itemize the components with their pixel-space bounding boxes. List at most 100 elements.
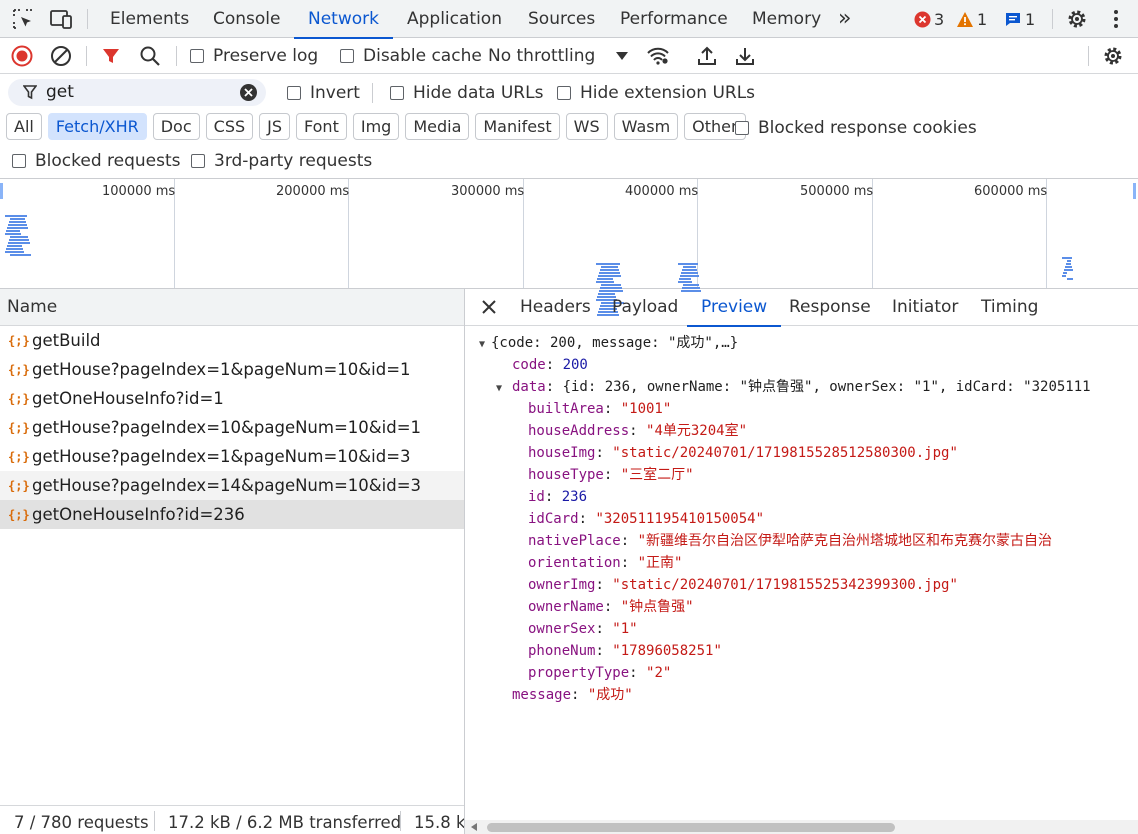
network-conditions-wifi-icon[interactable] [646, 44, 670, 68]
timeline-bar [599, 272, 620, 274]
tab-preview[interactable]: Preview [686, 289, 782, 327]
json-key: propertyType [528, 665, 630, 681]
xhr-icon: {;} [8, 362, 30, 377]
tab-payload[interactable]: Payload [612, 289, 678, 326]
type-filter-media[interactable]: Media [405, 113, 470, 140]
horizontal-scrollbar[interactable] [465, 820, 1138, 834]
error-badge[interactable]: 3 [914, 9, 944, 29]
request-row[interactable]: {;} getHouse?pageIndex=1&pageNum=10&id=3 [0, 442, 464, 471]
filter-funnel-icon[interactable] [99, 44, 123, 68]
hide-data-urls-box[interactable] [390, 86, 404, 100]
third-party-requests-box[interactable] [191, 154, 205, 168]
blocked-requests-checkbox[interactable]: Blocked requests [12, 151, 181, 171]
expand-triangle-icon[interactable]: ▼ [496, 378, 508, 400]
device-toolbar-icon[interactable] [49, 7, 73, 31]
search-icon[interactable] [138, 44, 162, 68]
type-filter-img[interactable]: Img [352, 113, 400, 140]
filter-input[interactable]: get [46, 82, 74, 102]
export-har-download-icon[interactable] [733, 44, 757, 68]
stop-recording-icon[interactable] [10, 44, 34, 68]
settings-gear-icon[interactable] [1065, 7, 1089, 31]
tab-application[interactable]: Application [407, 0, 502, 38]
blocked-response-cookies-box[interactable] [735, 121, 749, 135]
throttling-select[interactable]: No throttling [488, 46, 629, 66]
preserve-log-box[interactable] [190, 49, 204, 63]
hide-extension-urls-checkbox[interactable]: Hide extension URLs [557, 83, 755, 103]
type-filter-doc[interactable]: Doc [152, 113, 200, 140]
type-filter-all[interactable]: All [6, 113, 42, 140]
more-tabs-icon[interactable]: » [838, 0, 851, 38]
hide-data-urls-checkbox[interactable]: Hide data URLs [390, 83, 543, 103]
request-row-selected[interactable]: {;} getOneHouseInfo?id=236 [0, 500, 464, 529]
xhr-icon: {;} [8, 478, 30, 493]
tab-sources[interactable]: Sources [528, 0, 595, 38]
timeline-bar [1064, 269, 1073, 271]
tab-elements[interactable]: Elements [110, 0, 189, 38]
network-settings-gear-icon[interactable] [1101, 44, 1125, 68]
tab-network[interactable]: Network [294, 0, 393, 39]
request-row[interactable]: {;} getOneHouseInfo?id=1 [0, 384, 464, 413]
timeline-bar [9, 221, 26, 223]
type-filter-css[interactable]: CSS [205, 113, 254, 140]
request-row[interactable]: {;} getHouse?pageIndex=10&pageNum=10&id=1 [0, 413, 464, 442]
name-column-header[interactable]: Name [0, 289, 464, 326]
type-filter-fetch-xhr[interactable]: Fetch/XHR [47, 113, 147, 140]
request-count: 7 / 780 requests [14, 813, 149, 832]
blocked-requests-box[interactable] [12, 154, 26, 168]
inspect-element-icon[interactable] [11, 7, 35, 31]
tabbar-separator [87, 9, 88, 29]
tab-console[interactable]: Console [213, 0, 281, 38]
toolbar-separator [176, 46, 177, 66]
request-row[interactable]: {;} getHouse?pageIndex=1&pageNum=10&id=1 [0, 355, 464, 384]
request-row[interactable]: {;} getHouse?pageIndex=14&pageNum=10&id=3 [0, 471, 464, 500]
json-value: "正南" [637, 555, 683, 571]
filter-input-box[interactable]: get [8, 79, 266, 106]
network-overview-timeline[interactable]: 100000 ms 200000 ms 300000 ms 400000 ms … [0, 178, 1138, 316]
timeline-bar [601, 266, 618, 268]
tabbar-separator [1052, 9, 1053, 29]
type-filter-ws[interactable]: WS [565, 113, 608, 140]
tab-response[interactable]: Response [789, 289, 871, 326]
import-har-upload-icon[interactable] [695, 44, 719, 68]
type-filter-manifest[interactable]: Manifest [475, 113, 560, 140]
third-party-requests-checkbox[interactable]: 3rd-party requests [191, 151, 372, 171]
invert-checkbox[interactable]: Invert [287, 83, 360, 103]
tab-memory[interactable]: Memory [752, 0, 821, 38]
timeline-bar [598, 275, 621, 277]
clear-filter-icon[interactable] [239, 83, 258, 102]
tab-headers[interactable]: Headers [520, 289, 591, 326]
close-icon[interactable] [482, 300, 496, 314]
blocked-response-cookies-checkbox[interactable]: Blocked response cookies [735, 118, 977, 138]
tab-initiator[interactable]: Initiator [892, 289, 958, 326]
type-filter-wasm[interactable]: Wasm [613, 113, 679, 140]
clear-icon[interactable] [49, 44, 73, 68]
devtools-tab-bar: Elements Console Network Application Sou… [0, 0, 1138, 39]
expand-triangle-icon[interactable]: ▼ [479, 334, 491, 356]
timeline-bar [679, 278, 691, 280]
timeline-right-handle[interactable] [1133, 183, 1136, 199]
disable-cache-box[interactable] [340, 49, 354, 63]
json-key: houseType [528, 467, 604, 483]
type-filter-font[interactable]: Font [296, 113, 347, 140]
invert-box[interactable] [287, 86, 301, 100]
json-field-row: ownerImg: "static/20240701/1719815525342… [528, 577, 958, 593]
request-row[interactable]: {;} getBuild [0, 326, 464, 355]
scroll-left-arrow-icon[interactable] [471, 823, 477, 831]
json-value: 236 [561, 489, 588, 505]
type-filter-js[interactable]: JS [259, 113, 290, 140]
more-options-icon[interactable] [1104, 7, 1128, 31]
xhr-icon: {;} [8, 449, 30, 464]
scrollbar-thumb[interactable] [487, 823, 895, 832]
json-value: "static/20240701/1719815528512580300.jpg… [612, 445, 958, 461]
disable-cache-checkbox[interactable]: Disable cache [340, 46, 482, 66]
message-badge[interactable]: 1 [1004, 9, 1035, 29]
tab-performance[interactable]: Performance [620, 0, 728, 38]
warning-badge[interactable]: 1 [956, 9, 987, 29]
timeline-bar [1062, 257, 1072, 259]
timeline-left-handle[interactable] [0, 183, 3, 199]
preserve-log-checkbox[interactable]: Preserve log [190, 46, 318, 66]
json-root-node[interactable]: ▼ {code: 200, message: "成功",…} [479, 332, 738, 354]
tab-timing[interactable]: Timing [981, 289, 1038, 326]
hide-extension-urls-box[interactable] [557, 86, 571, 100]
json-data-node[interactable]: ▼ data: {id: 236, ownerName: "钟点鲁强", owne… [496, 376, 1091, 398]
